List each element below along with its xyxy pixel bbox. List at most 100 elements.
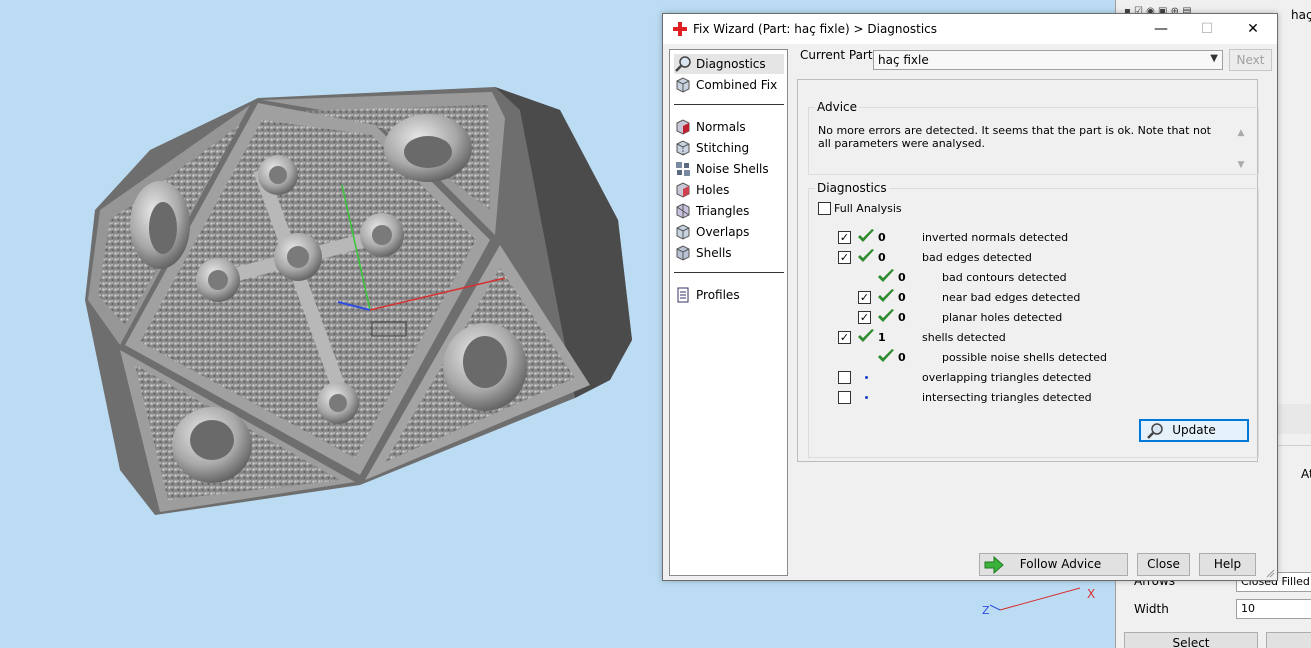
diagnostic-checkbox[interactable]: ✓	[858, 291, 871, 304]
nav-label: Diagnostics	[696, 57, 766, 71]
magnifier-icon	[1147, 423, 1163, 439]
current-part-select[interactable]: haç fixle ▼	[873, 50, 1223, 70]
pending-dot-icon	[865, 396, 868, 399]
update-button[interactable]: Update	[1139, 419, 1249, 442]
diagnostic-checkbox[interactable]: ✓	[858, 311, 871, 324]
nav-item-shells[interactable]: Shells	[674, 243, 784, 263]
diagnostic-checkbox[interactable]: ✓	[838, 331, 851, 344]
shells-icon	[676, 245, 690, 261]
fix-wizard-dialog: Fix Wizard (Part: haç fixle) > Diagnosti…	[662, 13, 1278, 581]
diagnostic-label: planar holes detected	[942, 311, 1063, 324]
wizard-nav-list: Diagnostics Combined Fix Normals Stitchi…	[669, 49, 788, 576]
current-part-label: Current Part:	[800, 48, 877, 62]
diagnostic-checkbox[interactable]	[838, 371, 851, 384]
nav-divider	[674, 272, 784, 273]
close-button[interactable]: Close	[1137, 553, 1190, 576]
nav-label: Overlaps	[696, 225, 750, 239]
side-top-text: haç	[1291, 8, 1311, 22]
advice-text-box: No more errors are detected. It seems th…	[814, 120, 1252, 174]
diagnostic-label: overlapping triangles detected	[922, 371, 1092, 384]
side-button-2[interactable]	[1266, 632, 1311, 648]
scroll-up-icon[interactable]: ▲	[1234, 126, 1248, 140]
diagnostic-label: bad edges detected	[922, 251, 1032, 264]
check-icon	[878, 289, 894, 302]
nav-label: Combined Fix	[696, 78, 778, 92]
diagnostic-label: intersecting triangles detected	[922, 391, 1092, 404]
ring	[274, 233, 322, 281]
check-icon	[878, 309, 894, 322]
pending-dot-icon	[865, 376, 868, 379]
diagnostic-checkbox[interactable]: ✓	[838, 231, 851, 244]
check-icon	[858, 249, 874, 262]
triangles-icon	[676, 203, 690, 219]
help-button[interactable]: Help	[1199, 553, 1256, 576]
dialog-title: Fix Wizard (Part: haç fixle) > Diagnosti…	[693, 22, 937, 36]
nav-item-stitching[interactable]: Stitching	[674, 138, 784, 158]
scroll-down-icon[interactable]: ▼	[1234, 158, 1248, 172]
resize-grip-icon[interactable]	[1265, 568, 1275, 578]
diagnostic-checkbox[interactable]: ✓	[838, 251, 851, 264]
nav-label: Profiles	[696, 288, 740, 302]
document-icon	[677, 287, 689, 303]
holes-icon	[676, 182, 690, 198]
side-partial-label: At	[1301, 467, 1311, 481]
normals-icon	[676, 119, 690, 135]
full-analysis-label: Full Analysis	[834, 202, 902, 215]
diagnostics-title: Diagnostics	[815, 181, 889, 195]
magnifier-icon	[675, 56, 691, 72]
arrow-right-icon	[984, 556, 1004, 574]
noise-shells-icon	[676, 162, 690, 176]
width-label: Width	[1134, 602, 1169, 616]
side-toolbar[interactable]	[1276, 404, 1311, 434]
title-bar[interactable]: Fix Wizard (Part: haç fixle) > Diagnosti…	[663, 14, 1277, 44]
nav-divider	[674, 104, 784, 105]
nav-item-holes[interactable]: Holes	[674, 180, 784, 200]
advice-scrollbar[interactable]: ▲ ▼	[1234, 126, 1248, 172]
nav-item-normals[interactable]: Normals	[674, 117, 784, 137]
diagnostic-label: shells detected	[922, 331, 1006, 344]
axis-z-tag: Z	[982, 604, 990, 617]
diagnostic-label: bad contours detected	[942, 271, 1067, 284]
nav-label: Shells	[696, 246, 732, 260]
check-icon	[858, 229, 874, 242]
nav-item-noise-shells[interactable]: Noise Shells	[674, 159, 784, 179]
nav-label: Stitching	[696, 141, 750, 155]
diagnostic-count: 0	[898, 311, 906, 324]
overlaps-icon	[676, 224, 690, 240]
diagnostic-count: 0	[878, 231, 886, 244]
diagnostics-panel: Advice No more errors are detected. It s…	[797, 79, 1259, 462]
diagnostic-label: inverted normals detected	[922, 231, 1069, 244]
next-button: Next	[1229, 49, 1272, 71]
nav-label: Noise Shells	[696, 162, 769, 176]
axis-x-tag: X	[1087, 587, 1095, 601]
close-window-button[interactable]: ✕	[1230, 14, 1276, 44]
advice-title: Advice	[815, 100, 860, 114]
nav-label: Holes	[696, 183, 730, 197]
diagnostic-label: near bad edges detected	[942, 291, 1081, 304]
check-icon	[878, 349, 894, 362]
diagnostic-label: possible noise shells detected	[942, 351, 1108, 364]
width-field[interactable]: 10	[1236, 599, 1311, 619]
follow-advice-button[interactable]: Follow Advice	[979, 553, 1128, 576]
minimize-button[interactable]: —	[1138, 14, 1184, 44]
select-button[interactable]: Select	[1124, 632, 1258, 648]
diagnostic-checkbox[interactable]	[838, 391, 851, 404]
full-analysis-checkbox[interactable]	[818, 202, 831, 215]
stitching-icon	[676, 140, 690, 156]
red-cross-icon	[673, 22, 687, 36]
follow-advice-label: Follow Advice	[1019, 557, 1102, 571]
nav-item-combined-fix[interactable]: Combined Fix	[674, 75, 784, 95]
nav-label: Normals	[696, 120, 746, 134]
diagnostic-count: 1	[878, 331, 886, 344]
diagnostic-count: 0	[898, 351, 906, 364]
nav-item-diagnostics[interactable]: Diagnostics	[674, 54, 784, 74]
maximize-button: ☐	[1200, 21, 1214, 37]
diagnostic-count: 0	[898, 291, 906, 304]
nav-label: Triangles	[696, 204, 750, 218]
nav-item-triangles[interactable]: Triangles	[674, 201, 784, 221]
nav-item-profiles[interactable]: Profiles	[674, 285, 784, 305]
check-icon	[858, 329, 874, 342]
chevron-down-icon: ▼	[1210, 53, 1218, 64]
nav-item-overlaps[interactable]: Overlaps	[674, 222, 784, 242]
current-part-value: haç fixle	[878, 53, 929, 67]
